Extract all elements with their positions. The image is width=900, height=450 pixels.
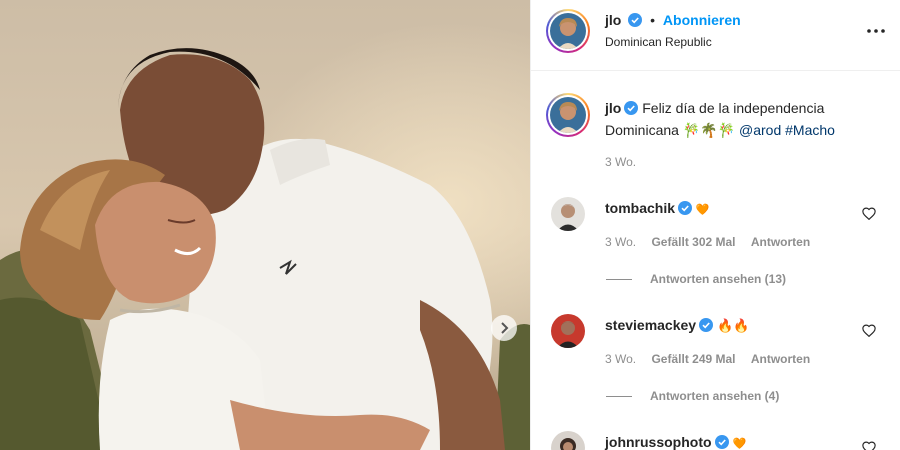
caption-hashtag-link[interactable]: #Macho	[785, 122, 835, 138]
comment-like-button[interactable]	[862, 207, 876, 223]
header-separator: •	[650, 12, 656, 28]
instagram-post: jlo • Abonnieren Dominican Republic jlo …	[0, 0, 900, 450]
more-options-icon	[867, 29, 885, 33]
heart-icon	[862, 441, 876, 450]
comment-username[interactable]: steviemackey	[605, 317, 696, 333]
author-avatar-image	[550, 13, 586, 49]
comment-timestamp: 3 Wo.	[605, 352, 637, 366]
caption-username[interactable]: jlo	[605, 100, 621, 116]
author-username[interactable]: jlo	[605, 12, 621, 28]
comment-avatar-johnrussophoto[interactable]	[551, 431, 585, 450]
comment-text: 🔥🔥	[716, 318, 750, 333]
couple-photo-image	[0, 0, 530, 450]
view-replies-label: Antworten ansehen (13)	[650, 272, 787, 286]
reply-button[interactable]: Antworten	[751, 352, 810, 366]
more-options-button[interactable]	[867, 20, 885, 36]
heart-icon	[862, 207, 876, 221]
comment-avatar-steviemackey[interactable]	[551, 314, 585, 348]
comment-timestamp: 3 Wo.	[605, 235, 637, 249]
caption-mention-link[interactable]: @arod	[739, 122, 781, 138]
caption-avatar-image	[550, 97, 586, 133]
comment-avatar-tombachik[interactable]	[551, 197, 585, 231]
verified-badge-icon	[628, 13, 643, 27]
heart-icon	[862, 324, 876, 338]
author-avatar[interactable]	[546, 9, 590, 53]
view-replies-button[interactable]: Antworten ansehen (4)	[606, 389, 779, 403]
view-replies-label: Antworten ansehen (4)	[650, 389, 780, 403]
view-replies-button[interactable]: Antworten ansehen (13)	[606, 272, 786, 286]
post-location[interactable]: Dominican Republic	[605, 35, 712, 49]
verified-badge-icon	[624, 101, 639, 115]
comment-like-button[interactable]	[862, 324, 876, 340]
verified-badge-icon	[678, 201, 693, 215]
next-photo-button[interactable]	[491, 315, 517, 341]
comment-meta: 3 Wo. Gefällt 302 Mal Antworten	[605, 235, 810, 249]
post-caption: jlo Feliz día de la independencia Domini…	[605, 97, 885, 141]
comment-likes[interactable]: Gefällt 302 Mal	[651, 235, 735, 249]
comment-meta: 3 Wo. Gefällt 249 Mal Antworten	[605, 352, 810, 366]
comment-text: 🧡	[732, 438, 747, 450]
commenter-avatar-image	[551, 314, 585, 348]
replies-divider-line	[606, 278, 632, 280]
comment-text: 🧡	[695, 204, 710, 216]
caption-emoji: 🎋🌴🎋	[682, 122, 736, 138]
caption-author-avatar[interactable]	[546, 93, 590, 137]
comment-like-button[interactable]	[862, 441, 876, 450]
reply-button[interactable]: Antworten	[751, 235, 810, 249]
post-header: jlo • Abonnieren Dominican Republic	[531, 0, 900, 71]
replies-divider-line	[606, 395, 632, 397]
verified-badge-icon	[699, 318, 714, 332]
comment-likes[interactable]: Gefällt 249 Mal	[651, 352, 735, 366]
verified-badge-icon	[714, 435, 729, 449]
follow-button[interactable]: Abonnieren	[663, 12, 741, 28]
post-side-panel: jlo • Abonnieren Dominican Republic jlo …	[530, 0, 900, 450]
post-photo[interactable]	[0, 0, 530, 450]
commenter-avatar-image	[551, 197, 585, 231]
chevron-right-icon	[501, 322, 509, 334]
caption-timestamp: 3 Wo.	[605, 155, 637, 169]
comment-username[interactable]: johnrussophoto	[605, 434, 712, 450]
commenter-avatar-image	[551, 431, 585, 450]
comment-username[interactable]: tombachik	[605, 200, 675, 216]
